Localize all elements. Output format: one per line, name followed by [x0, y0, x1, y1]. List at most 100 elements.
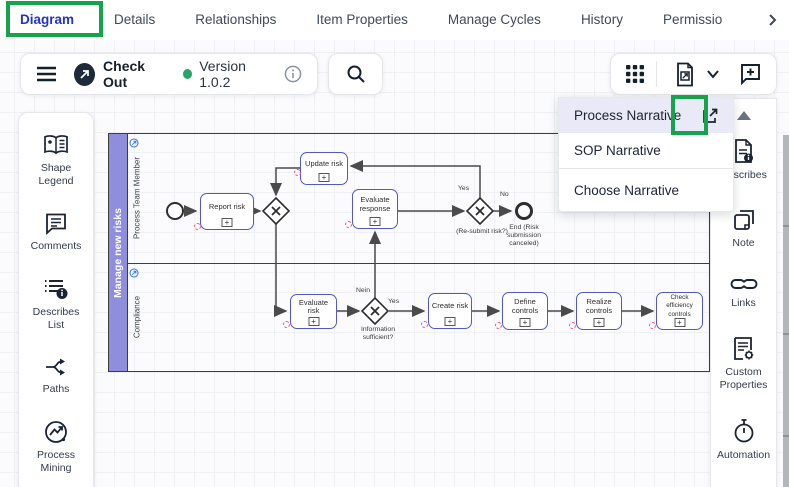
panel-item-label: Comments [31, 240, 82, 253]
menu-item-choose-narrative[interactable]: Choose Narrative [559, 169, 733, 211]
app-window: Diagram Details Relationships Item Prope… [0, 0, 789, 487]
gateway-information-sufficient[interactable] [361, 297, 389, 325]
pool-header[interactable]: Manage new risks [109, 134, 128, 371]
version-status-dot [183, 69, 192, 79]
task-label: Evaluate response [355, 196, 395, 213]
vertical-scrollbar[interactable] [783, 135, 789, 487]
panel-item-comments[interactable]: Comments [31, 212, 82, 253]
search-card [328, 53, 383, 95]
hamburger-menu-icon[interactable] [36, 66, 57, 82]
panel-item-paths[interactable]: Paths [43, 356, 70, 396]
task-label: Report risk [209, 203, 245, 212]
version-label: Version 1.0.2 [199, 58, 274, 90]
panel-item-label: Process Mining [24, 449, 88, 475]
panel-item-label: Shape Legend [24, 162, 88, 188]
task-label: Check efficiency controls [659, 294, 700, 320]
panel-item-shape-legend[interactable]: Shape Legend [24, 133, 88, 188]
scrollbar-notch [783, 333, 789, 335]
tab-diagram[interactable]: Diagram [0, 0, 94, 40]
change-marker-badge [421, 321, 428, 328]
panel-item-label: Describes List [24, 306, 88, 332]
flow-label-yes: Yes [458, 185, 469, 192]
task-label: Evaluate risk [293, 299, 334, 316]
panel-item-custom-properties[interactable]: Custom Properties [712, 336, 776, 392]
task-realize-controls[interactable]: Realize controls + [576, 292, 622, 330]
external-link-icon [702, 108, 718, 124]
panel-item-describes-list[interactable]: Describes List [24, 277, 88, 332]
panel-item-label: Custom Properties [712, 366, 776, 392]
narrative-dropdown-menu: Process Narrative SOP Narrative Choose N… [558, 97, 734, 212]
task-evaluate-risk[interactable]: Evaluate risk+ [290, 294, 337, 329]
task-create-risk[interactable]: Create risk+ [428, 293, 472, 329]
tab-permissions[interactable]: Permissio [643, 0, 742, 40]
check-out-icon[interactable] [74, 63, 95, 86]
tab-relationships[interactable]: Relationships [175, 0, 296, 40]
describes-icon [732, 138, 756, 164]
end-event-label: End (Risk submission canceled) [498, 224, 550, 248]
tab-item-properties[interactable]: Item Properties [296, 0, 428, 40]
end-event[interactable] [515, 202, 533, 220]
diagram-canvas[interactable]: Manage new risks Process Team Member Com… [0, 40, 789, 487]
subprocess-marker-icon: + [445, 317, 456, 326]
panel-item-label: Paths [43, 383, 70, 396]
panel-item-links[interactable]: Links [730, 276, 758, 310]
shape-legend-icon [43, 133, 69, 157]
flow-label-no: No [500, 191, 509, 198]
tab-history[interactable]: History [561, 0, 643, 40]
subprocess-marker-icon: + [319, 173, 330, 182]
narrative-chevron-down-icon[interactable] [706, 69, 720, 79]
panel-item-note[interactable]: Note [732, 208, 756, 250]
menu-item-label: Choose Narrative [574, 183, 679, 198]
tab-bar: Diagram Details Relationships Item Prope… [0, 0, 789, 40]
subprocess-marker-icon: + [674, 318, 685, 327]
task-define-controls[interactable]: Define controls + [502, 292, 548, 330]
change-marker-badge [283, 321, 290, 328]
panel-item-process-mining[interactable]: Process Mining [24, 420, 88, 475]
narrative-document-icon[interactable] [674, 62, 696, 87]
custom-properties-icon [732, 336, 756, 361]
task-label: Update risk [305, 160, 343, 169]
scrollbar-notch [783, 435, 789, 437]
tabs-overflow-chevron-icon[interactable] [755, 13, 789, 27]
version-info-icon[interactable] [284, 65, 302, 83]
paths-icon [44, 356, 68, 378]
start-event[interactable] [166, 202, 184, 220]
subprocess-marker-icon: + [308, 317, 319, 326]
change-marker-badge [194, 223, 201, 230]
panel-item-automation[interactable]: Automation [717, 418, 770, 462]
task-label: Define controls [505, 298, 545, 315]
menu-item-label: Process Narrative [574, 108, 681, 123]
comments-icon [44, 212, 68, 235]
flow-label-yes-info: Yes [388, 298, 399, 305]
lane-label-compliance: Compliance [133, 296, 142, 338]
add-comment-icon[interactable] [739, 63, 762, 85]
gateway-resubmit-risk[interactable] [466, 197, 494, 225]
pool-label: Manage new risks [112, 208, 124, 298]
lane-divider [128, 263, 709, 264]
tab-details[interactable]: Details [94, 0, 175, 40]
menu-item-process-narrative[interactable]: Process Narrative [559, 98, 733, 133]
panel-scroll-up-icon[interactable] [737, 111, 751, 120]
task-report-risk[interactable]: Report risk + [200, 193, 254, 230]
task-label: Realize controls [579, 298, 619, 315]
subprocess-marker-icon: + [594, 318, 605, 327]
check-out-button[interactable]: Check Out [103, 58, 167, 90]
change-marker-badge [345, 221, 352, 228]
editor-toolbar: Check Out Version 1.0.2 [20, 53, 318, 95]
subprocess-marker-icon: + [222, 218, 233, 227]
task-check-efficiency-controls[interactable]: Check efficiency controls+ [656, 292, 703, 330]
flow-label-nein: Nein [356, 287, 370, 294]
scrollbar-notch [783, 225, 789, 227]
lane-label-process-team-member: Process Team Member [133, 157, 142, 239]
task-update-risk[interactable]: Update risk + [300, 152, 348, 185]
search-icon[interactable] [346, 64, 366, 84]
menu-item-sop-narrative[interactable]: SOP Narrative [559, 133, 733, 168]
gateway-merge[interactable] [262, 197, 290, 225]
view-toolbar [610, 53, 777, 95]
gateway-label-information: Information sufficient? [352, 326, 404, 342]
tab-manage-cycles[interactable]: Manage Cycles [428, 0, 561, 40]
subprocess-marker-icon: + [520, 318, 531, 327]
left-tools-panel: Shape Legend Comments Describes List Pat… [18, 112, 94, 487]
apps-grid-icon[interactable] [625, 64, 645, 84]
task-evaluate-response[interactable]: Evaluate response+ [352, 189, 398, 229]
